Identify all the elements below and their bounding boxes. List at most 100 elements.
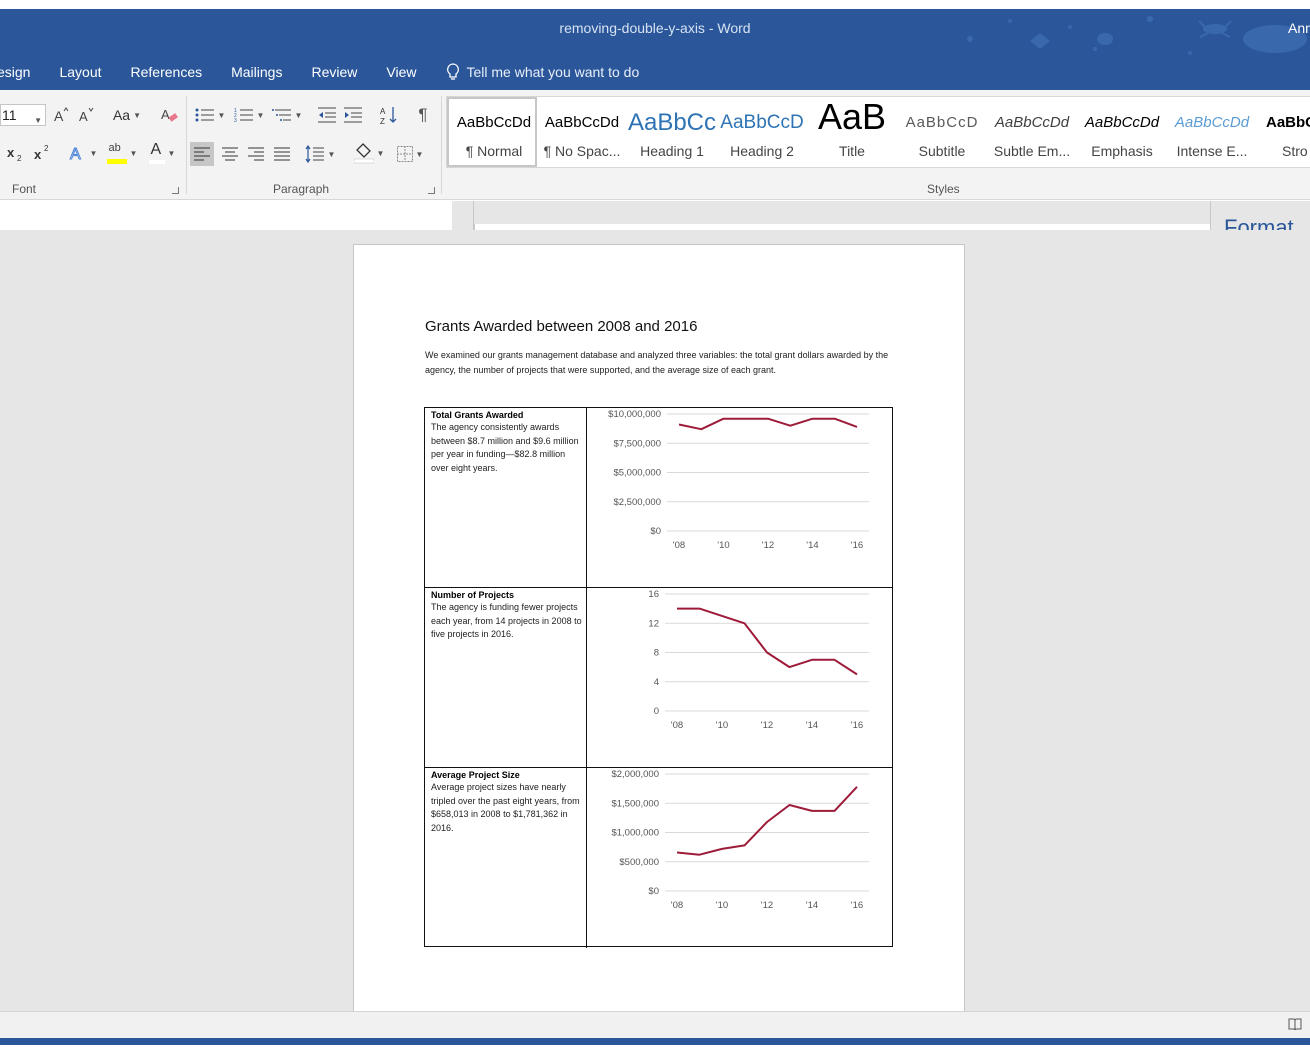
x-tick-label: '08 xyxy=(671,720,683,731)
change-case-button[interactable]: Aa ▼ xyxy=(109,104,145,126)
style-sample: AaBbCcD xyxy=(720,112,804,133)
number-of-projects-chart[interactable]: 0 4 8 12 16 '08 '10 '12 '14 '16 xyxy=(587,588,892,767)
x-tick-label: '14 xyxy=(806,540,818,551)
style-heading-2[interactable]: AaBbCcD Heading 2 xyxy=(717,97,807,167)
svg-text:2: 2 xyxy=(44,144,49,153)
style-emphasis[interactable]: AaBbCcDd Emphasis xyxy=(1077,97,1167,167)
font-color-label: A xyxy=(150,141,162,158)
y-tick-label: 8 xyxy=(654,648,659,659)
style-sample: AaBbCc xyxy=(627,109,717,136)
y-tick-label: $1,000,000 xyxy=(611,828,659,839)
read-mode-icon[interactable] xyxy=(1288,1018,1302,1030)
highlight-color-button[interactable]: ab ▼ xyxy=(104,140,140,166)
multilevel-list-icon xyxy=(271,109,291,121)
paragraph-dialog-launcher-icon[interactable] xyxy=(428,187,435,194)
numbering-button[interactable]: 1 2 3 ▼ xyxy=(231,104,267,126)
sort-button[interactable]: AZ xyxy=(378,104,400,126)
style-subtitle[interactable]: AaBbCcD Subtitle xyxy=(897,97,987,167)
row-body: The agency consistently awards between $… xyxy=(431,422,579,473)
bullets-icon xyxy=(195,108,214,122)
x-tick-label: '14 xyxy=(806,900,818,911)
window-top-edge xyxy=(0,0,1310,9)
style-name: Emphasis xyxy=(1091,143,1153,159)
svg-text:A: A xyxy=(161,107,170,122)
styles-gallery: AaBbCcDd ¶ Normal AaBbCcDd ¶ No Spac... … xyxy=(446,96,1310,168)
average-project-size-chart[interactable]: $0 $500,000 $1,000,000 $1,500,000 $2,000,000… xyxy=(587,768,892,946)
table-text-cell[interactable]: Total Grants Awarded The agency consiste… xyxy=(425,408,587,587)
document-canvas[interactable]: Grants Awarded between 2008 and 2016 We … xyxy=(0,230,1310,1024)
tell-me-placeholder: Tell me what you want to do xyxy=(466,64,640,80)
style-name: Intense E... xyxy=(1176,143,1248,159)
align-center-button[interactable] xyxy=(218,142,242,166)
row-heading: Total Grants Awarded xyxy=(431,410,524,420)
table-text-cell[interactable]: Number of Projects The agency is funding… xyxy=(425,588,587,767)
multilevel-list-button[interactable]: ▼ xyxy=(270,104,304,126)
line-spacing-button[interactable]: ▼ xyxy=(302,142,338,166)
style-normal[interactable]: AaBbCcDd ¶ Normal xyxy=(447,97,537,167)
shading-button[interactable]: ▼ xyxy=(350,140,388,166)
x-tick-label: '08 xyxy=(671,900,683,911)
title-bar: removing-double-y-axis - Word Ann esign … xyxy=(0,0,1310,90)
superscript-button[interactable]: x2 xyxy=(33,142,55,164)
tab-mailings[interactable]: Mailings xyxy=(231,64,282,80)
x-tick-label: '12 xyxy=(761,900,773,911)
bullets-button[interactable]: ▼ xyxy=(192,104,228,126)
tab-view[interactable]: View xyxy=(386,64,416,80)
ribbon-tabs: esign Layout References Mailings Review … xyxy=(0,60,639,84)
font-color-button[interactable]: A ▼ xyxy=(144,140,180,166)
total-grants-chart[interactable]: $0 $2,500,000 $5,000,000 $7,500,000 $10,000,… xyxy=(587,408,892,587)
document-page[interactable]: Grants Awarded between 2008 and 2016 We … xyxy=(353,244,965,1024)
tab-design[interactable]: esign xyxy=(0,64,30,80)
subscript-button[interactable]: x2 xyxy=(6,142,28,164)
style-no-spacing[interactable]: AaBbCcDd ¶ No Spac... xyxy=(537,97,627,167)
row-body: The agency is funding fewer projects eac… xyxy=(431,602,582,639)
table-text-cell[interactable]: Average Project Size Average project siz… xyxy=(425,768,587,948)
increase-indent-button[interactable] xyxy=(342,104,364,126)
style-sample: AaBbCcDd xyxy=(456,114,532,131)
tab-references[interactable]: References xyxy=(131,64,203,80)
borders-button[interactable]: ▼ xyxy=(392,142,428,166)
series-line xyxy=(677,607,858,676)
format-pane-title: Format xyxy=(1224,215,1294,230)
shrink-font-button[interactable]: A xyxy=(77,104,95,126)
align-left-button[interactable] xyxy=(190,142,214,166)
highlight-label: ab xyxy=(108,142,121,154)
grow-font-button[interactable]: A xyxy=(52,104,70,126)
row-heading: Number of Projects xyxy=(431,590,515,600)
style-strong[interactable]: AaBbC Stro xyxy=(1257,97,1310,167)
chevron-down-icon: ▼ xyxy=(415,149,424,159)
tell-me-search[interactable]: Tell me what you want to do xyxy=(446,63,639,81)
shrink-font-icon: A xyxy=(79,107,94,123)
lightbulb-icon xyxy=(447,63,460,80)
x-tick-label: '12 xyxy=(762,540,774,551)
font-size-combobox[interactable]: 11 ▼ xyxy=(0,104,46,126)
svg-text:A: A xyxy=(79,109,88,123)
x-tick-label: '10 xyxy=(716,720,728,731)
style-intense-emphasis[interactable]: AaBbCcDd Intense E... xyxy=(1167,97,1257,167)
document-heading: Grants Awarded between 2008 and 2016 xyxy=(425,318,698,335)
tab-review[interactable]: Review xyxy=(311,64,357,80)
y-tick-label: $2,500,000 xyxy=(613,497,661,508)
chevron-down-icon: ▼ xyxy=(34,116,42,125)
tab-layout[interactable]: Layout xyxy=(59,64,101,80)
chevron-down-icon: ▼ xyxy=(89,148,98,158)
y-tick-label: 0 xyxy=(654,706,659,717)
x-tick-label: '10 xyxy=(717,540,729,551)
svg-text:Z: Z xyxy=(380,117,385,125)
justify-button[interactable] xyxy=(270,142,294,166)
font-dialog-launcher-icon[interactable] xyxy=(172,187,179,194)
x-tick-label: '16 xyxy=(851,900,863,911)
highlighter-icon: ab xyxy=(106,142,127,164)
style-subtle-emphasis[interactable]: AaBbCcDd Subtle Em... xyxy=(987,97,1077,167)
text-effects-button[interactable]: A ▼ xyxy=(66,142,100,164)
decrease-indent-button[interactable] xyxy=(316,104,338,126)
font-group-label: Font xyxy=(12,182,37,196)
align-right-button[interactable] xyxy=(244,142,268,166)
x-tick-label: '12 xyxy=(761,720,773,731)
style-heading-1[interactable]: AaBbCc Heading 1 xyxy=(627,97,717,167)
show-formatting-marks-button[interactable]: ¶ xyxy=(412,104,434,126)
user-name[interactable]: Ann xyxy=(1288,20,1310,36)
style-title[interactable]: AaB Title xyxy=(807,97,897,167)
status-bar xyxy=(0,1011,1310,1038)
clear-formatting-button[interactable]: A xyxy=(158,104,180,126)
